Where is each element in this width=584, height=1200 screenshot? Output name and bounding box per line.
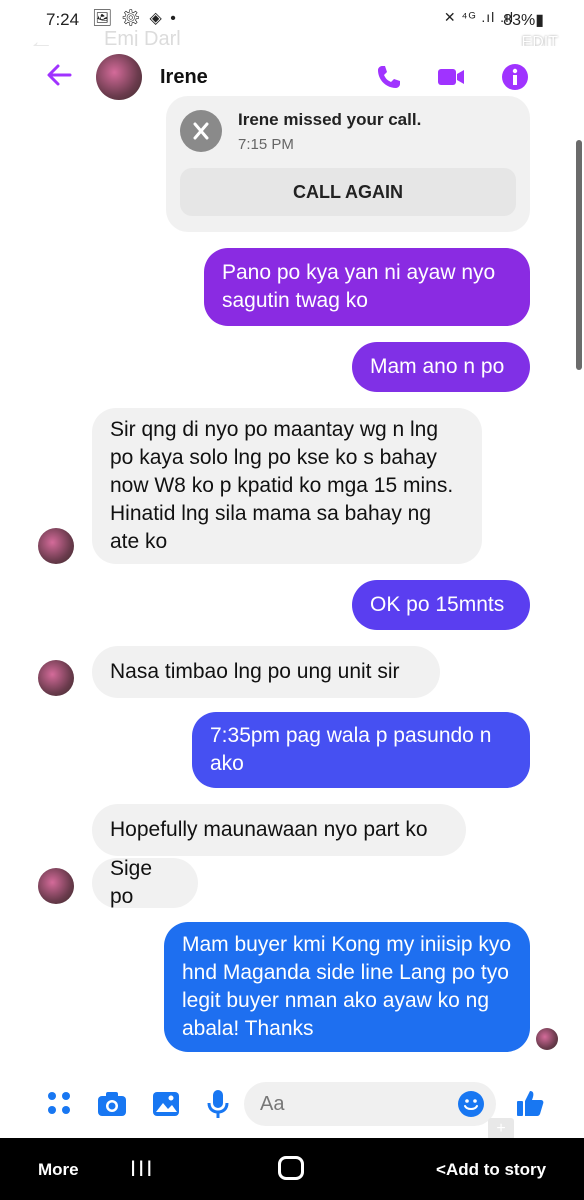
- camera-icon[interactable]: [96, 1088, 128, 1120]
- more-actions-icon[interactable]: [44, 1088, 76, 1120]
- status-bar: 7:24 🖼 ⚙ ◈ • ✕ ⁴ᴳ .ıl .ıl 83%▮: [0, 0, 584, 40]
- message-input[interactable]: [260, 1090, 450, 1118]
- microphone-icon[interactable]: [202, 1088, 234, 1120]
- add-to-story-label: Add to story: [445, 1160, 547, 1179]
- thumbs-up-icon[interactable]: [514, 1088, 546, 1120]
- message-text: Mam ano n po: [370, 355, 505, 378]
- message-bubble-outgoing[interactable]: Pano po kya yan ni ayaw nyo sagutin twag…: [204, 248, 530, 326]
- missed-call-text: Irene missed your call.: [238, 110, 422, 129]
- read-receipt-avatar: [536, 1028, 558, 1050]
- phone-call-icon[interactable]: [374, 62, 404, 92]
- info-icon[interactable]: [500, 62, 530, 92]
- message-bubble-incoming[interactable]: Hopefully maunawaan nyo part ko: [92, 804, 466, 856]
- message-bubble-outgoing[interactable]: Mam buyer kmi Kong my iniisip kyo hnd Ma…: [164, 922, 530, 1052]
- message-text: 7:35pm pag wala p pasundo n ako: [210, 724, 492, 775]
- message-bubble-outgoing[interactable]: 7:35pm pag wala p pasundo n ako: [192, 712, 530, 788]
- notification-icons: 🖼 ⚙ ◈ •: [92, 10, 178, 27]
- missed-call-icon: [180, 110, 222, 152]
- battery-icon: 83%▮: [503, 12, 544, 29]
- scrollbar[interactable]: [576, 140, 582, 370]
- navigation-bar: More III <Add to story: [0, 1138, 584, 1200]
- message-text: Pano po kya yan ni ayaw nyo sagutin twag…: [222, 261, 496, 312]
- sender-avatar[interactable]: [38, 660, 74, 696]
- message-bubble-incoming[interactable]: Nasa timbao lng po ung unit sir: [92, 646, 440, 698]
- missed-call-card: Irene missed your call. 7:15 PM CALL AGA…: [166, 96, 530, 232]
- contact-avatar[interactable]: [96, 54, 142, 100]
- home-icon[interactable]: [278, 1156, 304, 1180]
- message-bubble-incoming[interactable]: Sige po: [92, 857, 198, 908]
- missed-call-time: 7:15 PM: [238, 136, 294, 153]
- message-text: Mam buyer kmi Kong my iniisip kyo hnd Ma…: [182, 933, 512, 1040]
- recent-apps-icon[interactable]: III: [130, 1156, 154, 1182]
- message-text: OK po 15mnts: [370, 593, 505, 616]
- message-bubble-outgoing[interactable]: Mam ano n po: [352, 342, 530, 392]
- emoji-icon[interactable]: [458, 1091, 484, 1117]
- message-input-box[interactable]: [244, 1082, 496, 1126]
- gallery-icon[interactable]: [150, 1088, 182, 1120]
- video-call-icon[interactable]: [436, 62, 466, 92]
- back-arrow-icon[interactable]: [44, 60, 74, 90]
- message-text: Nasa timbao lng po ung unit sir: [110, 660, 400, 683]
- message-bubble-incoming[interactable]: Sir qng di nyo po maantay wg n lng po ka…: [92, 408, 482, 564]
- more-button[interactable]: More: [38, 1160, 79, 1180]
- message-text: Sir qng di nyo po maantay wg n lng po ka…: [110, 418, 454, 553]
- message-bubble-outgoing[interactable]: OK po 15mnts: [352, 580, 530, 630]
- sender-avatar[interactable]: [38, 868, 74, 904]
- sender-avatar[interactable]: [38, 528, 74, 564]
- message-text: Sige po: [110, 857, 153, 908]
- nav-back-icon: <: [436, 1160, 446, 1179]
- contact-name[interactable]: Irene: [160, 66, 208, 89]
- message-text: Hopefully maunawaan nyo part ko: [110, 818, 428, 841]
- share-icon[interactable]: +: [488, 1118, 514, 1140]
- add-to-story-button[interactable]: <Add to story: [436, 1160, 546, 1180]
- call-again-button[interactable]: CALL AGAIN: [180, 168, 516, 216]
